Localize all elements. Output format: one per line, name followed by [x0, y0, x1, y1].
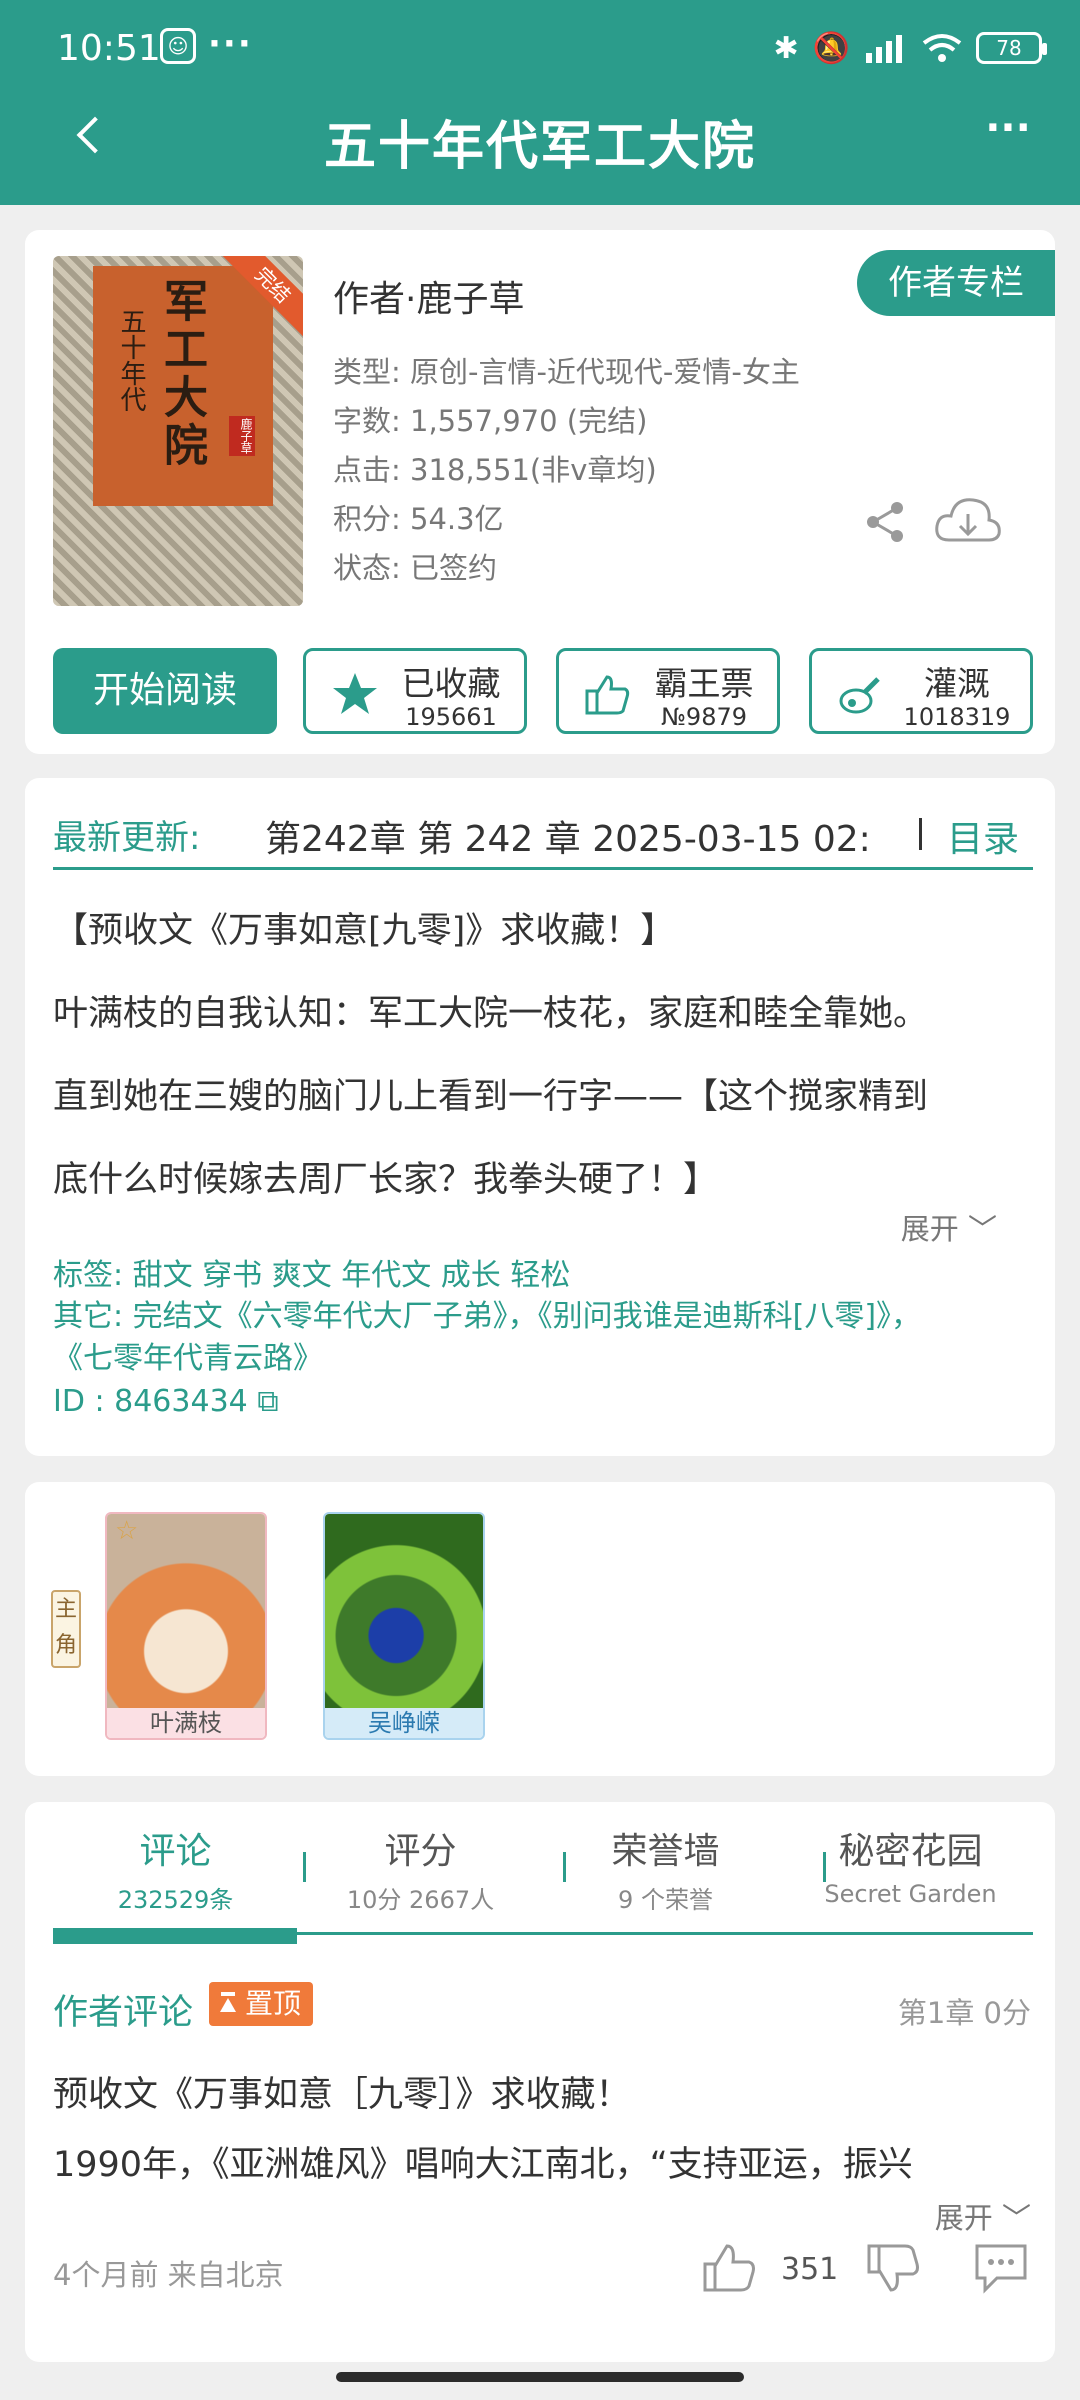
battery-indicator: 78 [976, 32, 1047, 64]
copy-icon[interactable]: ⧉ [257, 1384, 278, 1419]
latest-update-text[interactable]: 第242章 第 242 章 2025-03-15 02: [265, 810, 885, 862]
tab-sub: Secret Garden [824, 1880, 997, 1908]
characters-card: 主角 ☆ 叶满枝 吴峥嵘 [25, 1482, 1055, 1776]
dislike-icon[interactable] [865, 2240, 921, 2296]
tab-label: 荣誉墙 [611, 1831, 720, 1872]
wifi-icon [922, 34, 962, 62]
cover-title: 军工大院 [156, 278, 207, 470]
synopsis-line: 直到她在三嫂的脑门儿上看到一行字——【这个搅家精到 [53, 1077, 929, 1117]
cover-author-seal: 鹿子草 [229, 416, 255, 456]
expand-label: 展开 [934, 2201, 993, 2235]
status-time: 10:51 [57, 28, 161, 69]
comment-body[interactable]: 预收文《万事如意［九零］》求收藏！ 1990年，《亚洲雄风》唱响大江南北，“支持… [53, 2060, 1043, 2200]
status-bar: 10:51 ☺ ··· ✱ 🔕 78 [0, 0, 1080, 96]
meta-genre: 类型: 原创-言情-近代现代-爱情-女主 [333, 355, 800, 389]
chevron-down-icon: ﹀ [958, 1212, 997, 1246]
meta-word-count: 字数: 1,557,970 (完结) [333, 404, 648, 438]
active-tab-indicator [53, 1928, 297, 1944]
favorite-label: 已收藏 [401, 664, 501, 703]
irrigate-count: 1018319 [903, 703, 1011, 731]
author-name[interactable]: 作者·鹿子草 [333, 270, 524, 322]
tab-comments[interactable]: 评论 232529条 [53, 1812, 298, 1914]
overlord-ticket-count: №9879 [660, 703, 748, 731]
tags-row[interactable]: 标签: 甜文 穿书 爽文 年代文 成长 轻松 [53, 1250, 570, 1294]
meta-status: 状态: 已签约 [333, 551, 497, 585]
book-action-row: 开始阅读 已收藏 195661 霸王票 №9879 灌溉 1018319 [53, 648, 1033, 736]
favorite-button[interactable]: 已收藏 195661 [303, 648, 527, 734]
other-works-row[interactable]: 其它: 完结文《六零年代大厂子弟》，《别问我谁是迪斯科[八零]》，《七零年代青云… [53, 1296, 953, 1380]
download-icon[interactable] [933, 490, 1003, 550]
tab-sub: 9 个荣誉 [618, 1886, 713, 1914]
signal-icon [866, 35, 902, 63]
overlord-ticket-label: 霸王票 [654, 664, 754, 703]
character-card[interactable]: 吴峥嵘 [323, 1512, 485, 1740]
comment-line: 预收文《万事如意［九零］》求收藏！ [53, 2075, 631, 2115]
favorite-count: 195661 [405, 703, 497, 731]
irrigate-button[interactable]: 灌溉 1018319 [809, 648, 1033, 734]
comment-expand-button[interactable]: 展开 ﹀ [935, 2195, 1031, 2237]
page-title: 五十年代军工大院 [323, 117, 756, 177]
nutrient-bottle-icon [839, 677, 880, 714]
character-card[interactable]: ☆ 叶满枝 [105, 1512, 267, 1740]
bluetooth-icon: ✱ [773, 30, 799, 66]
book-id-row: ID : 8463434 ⧉ [53, 1384, 279, 1419]
tab-sub: 10分 2667人 [346, 1886, 495, 1914]
tab-label: 评论 [139, 1831, 212, 1872]
synopsis-line: 叶满枝的自我认知：军工大院一枝花，家庭和睦全靠她。 [53, 994, 929, 1034]
comment-author-label: 作者评论 [53, 1993, 194, 2033]
update-divider [919, 818, 922, 850]
status-more-dots: ··· [208, 24, 253, 64]
intro-card: 最新更新: 第242章 第 242 章 2025-03-15 02: 目录 【预… [25, 778, 1055, 1456]
table-of-contents-link[interactable]: 目录 [947, 810, 1019, 862]
expand-label: 展开 [900, 1212, 959, 1246]
tab-label: 评分 [384, 1831, 457, 1872]
reply-bubble-icon[interactable] [973, 2242, 1029, 2294]
cover-subtitle: 五十年代 [116, 308, 146, 412]
comments-card: 评论 232529条 评分 10分 2667人 荣誉墙 9 个荣誉 秘密花园 S… [25, 1802, 1055, 2362]
synopsis-line: 【预收文《万事如意[九零]》求收藏！】 [53, 911, 676, 951]
book-id: ID : 8463434 [53, 1384, 248, 1419]
comment-tabs: 评论 232529条 评分 10分 2667人 荣誉墙 9 个荣誉 秘密花园 S… [53, 1812, 1033, 1914]
tab-honor-wall[interactable]: 荣誉墙 9 个荣誉 [543, 1812, 788, 1914]
meta-clicks: 点击: 318,551(非v章均) [333, 453, 657, 487]
character-name: 吴峥嵘 [325, 1708, 483, 1738]
share-icon[interactable] [865, 500, 905, 544]
notification-app-icon: ☺ [160, 28, 196, 64]
like-icon[interactable] [701, 2240, 757, 2296]
chevron-down-icon: ﹀ [992, 2201, 1031, 2235]
home-indicator[interactable] [336, 2372, 744, 2382]
tab-sub: 232529条 [117, 1886, 234, 1914]
status-icons: ✱ 🔕 78 [773, 26, 1047, 70]
synopsis-expand-button[interactable]: 展开 ﹀ [901, 1206, 997, 1248]
book-cover[interactable]: 军工大院 五十年代 鹿子草 完结 [53, 256, 303, 606]
comment-meta: 4个月前 来自北京 [53, 2258, 284, 2292]
meta-score: 积分: 54.3亿 [333, 502, 504, 536]
tab-secret-garden[interactable]: 秘密花园 Secret Garden [788, 1812, 1033, 1912]
comment-line: 1990年，《亚洲雄风》唱响大江南北，“支持亚运，振兴 [53, 2145, 913, 2185]
book-meta-list: 类型: 原创-言情-近代现代-爱情-女主 字数: 1,557,970 (完结) … [333, 348, 893, 593]
favorite-star-icon: ☆ [115, 1516, 139, 1546]
app-header: 10:51 ☺ ··· ✱ 🔕 78 五十年代军工大院 ··· [0, 0, 1080, 205]
latest-update-row[interactable]: 最新更新: 第242章 第 242 章 2025-03-15 02: 目录 [53, 790, 1033, 870]
star-icon [333, 673, 377, 714]
like-count: 351 [781, 2252, 839, 2287]
book-info-card: 军工大院 五十年代 鹿子草 完结 作者·鹿子草 作者专栏 类型: 原创-言情-近… [25, 230, 1055, 754]
pinned-badge: 置顶 [209, 1982, 314, 2026]
thumbs-up-icon [585, 675, 630, 715]
tab-label: 秘密花园 [838, 1831, 983, 1872]
latest-update-label: 最新更新: [53, 818, 201, 858]
peacock-portrait [325, 1514, 483, 1710]
author-column-button[interactable]: 作者专栏 [857, 250, 1055, 316]
synopsis-line: 底什么时候嫁去周厂长家？我拳头硬了！】 [53, 1160, 719, 1200]
character-name: 叶满枝 [107, 1708, 265, 1738]
more-options-button[interactable]: ··· [978, 108, 1038, 158]
irrigate-label: 灌溉 [924, 664, 990, 703]
book-synopsis: 【预收文《万事如意[九零]》求收藏！】 叶满枝的自我认知：军工大院一枝花，家庭和… [53, 890, 1043, 1222]
comment-chapter-score: 第1章 0分 [897, 1996, 1031, 2030]
overlord-ticket-button[interactable]: 霸王票 №9879 [556, 648, 780, 734]
protagonist-tag: 主角 [51, 1590, 81, 1668]
start-reading-button[interactable]: 开始阅读 [53, 648, 277, 734]
tab-ratings[interactable]: 评分 10分 2667人 [298, 1812, 543, 1914]
mute-icon: 🔕 [812, 30, 850, 66]
